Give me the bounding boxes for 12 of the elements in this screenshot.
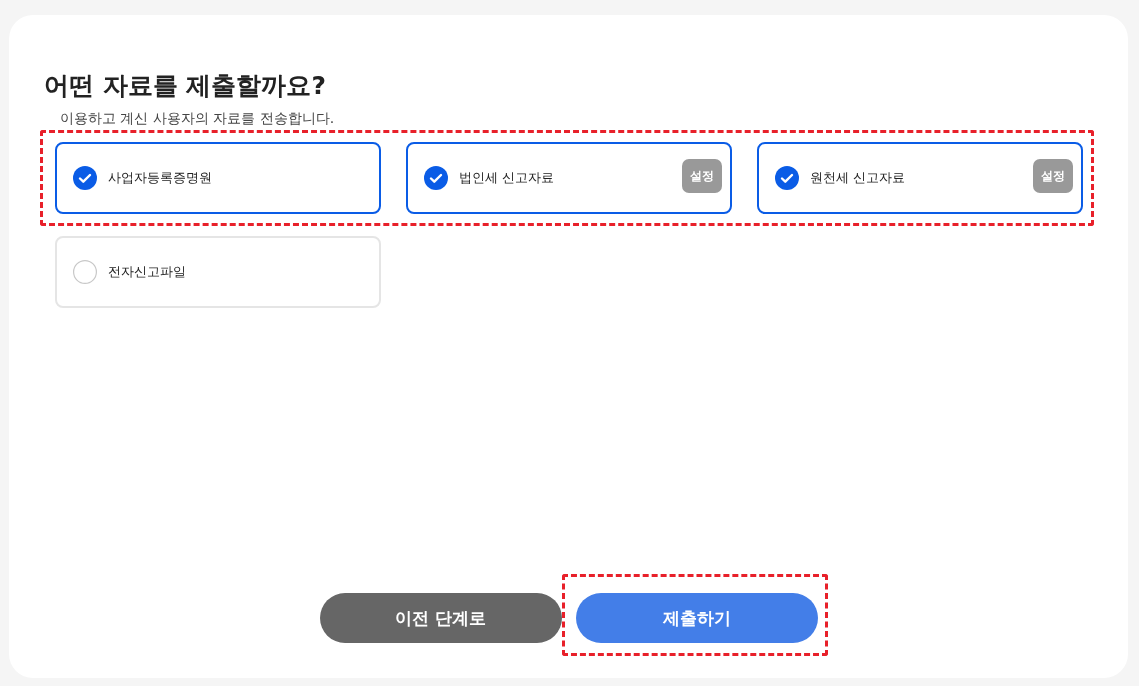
- document-option[interactable]: 사업자등록증명원: [55, 142, 381, 214]
- option-label: 사업자등록증명원: [108, 169, 213, 187]
- document-option[interactable]: 법인세 신고자료 설정: [406, 142, 732, 214]
- page-subtitle: 이용하고 계신 사용자의 자료를 전송합니다.: [60, 110, 335, 128]
- option-label: 전자신고파일: [108, 263, 187, 281]
- document-option[interactable]: 원천세 신고자료 설정: [757, 142, 1083, 214]
- page-title: 어떤 자료를 제출할까요?: [44, 70, 326, 102]
- option-label: 법인세 신고자료: [459, 169, 556, 187]
- back-button[interactable]: 이전 단계로: [319, 593, 562, 643]
- document-option[interactable]: 전자신고파일: [55, 236, 381, 308]
- submit-button[interactable]: 제출하기: [575, 593, 818, 643]
- option-label: 원천세 신고자료: [810, 169, 907, 187]
